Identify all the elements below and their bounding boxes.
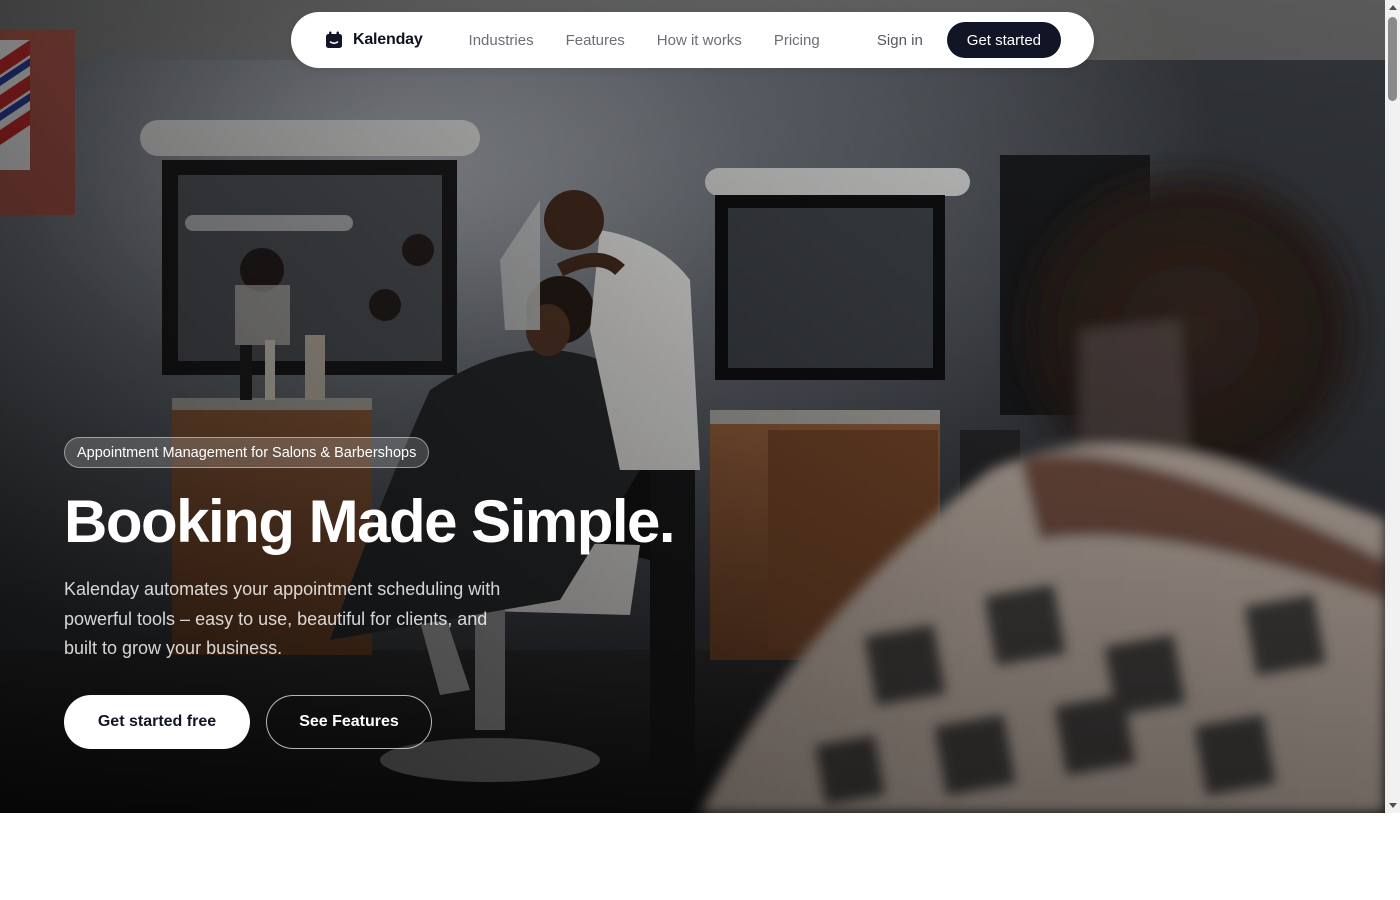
scrollbar-thumb[interactable]	[1388, 17, 1397, 101]
nav-links: Industries Features How it works Pricing	[469, 32, 820, 49]
hero-overlay	[0, 0, 1385, 813]
see-features-button[interactable]: See Features	[266, 695, 432, 749]
hero-section: Kalenday Industries Features How it work…	[0, 0, 1385, 813]
nav-link-pricing[interactable]: Pricing	[774, 32, 820, 49]
nav-link-industries[interactable]: Industries	[469, 32, 534, 49]
nav-link-features[interactable]: Features	[566, 32, 625, 49]
calendar-icon	[325, 31, 343, 49]
get-started-button[interactable]: Get started	[946, 22, 1061, 58]
scroll-up-icon[interactable]	[1385, 0, 1400, 15]
top-navbar: Kalenday Industries Features How it work…	[291, 12, 1094, 68]
hero-badge: Appointment Management for Salons & Barb…	[64, 437, 430, 468]
nav-actions: Sign in Get started	[877, 22, 1061, 58]
page-scrollbar[interactable]	[1385, 0, 1400, 813]
brand-name: Kalenday	[353, 31, 423, 48]
sign-in-link[interactable]: Sign in	[877, 32, 923, 49]
scroll-down-icon[interactable]	[1385, 798, 1400, 813]
hero-subtext: Kalenday automates your appointment sche…	[64, 579, 501, 658]
brand[interactable]: Kalenday	[325, 31, 423, 49]
get-started-free-button[interactable]: Get started free	[64, 695, 250, 749]
nav-link-how-it-works[interactable]: How it works	[657, 32, 742, 49]
hero-headline: Booking Made Simple.	[64, 488, 676, 555]
